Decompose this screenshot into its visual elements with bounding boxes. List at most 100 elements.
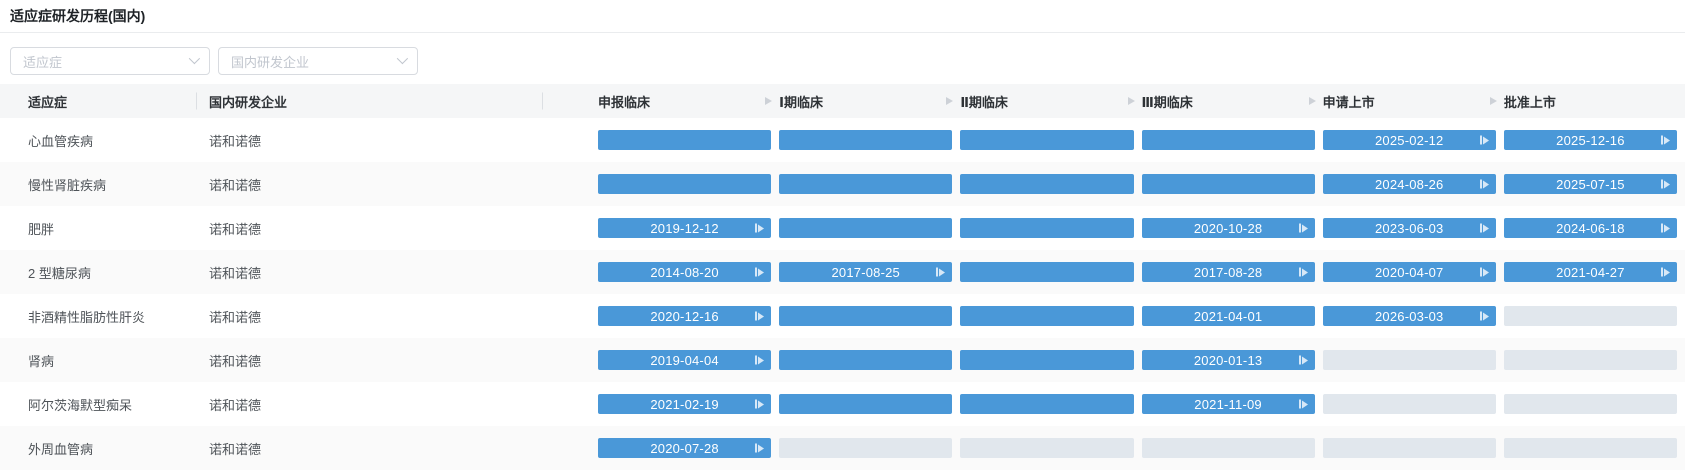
stage-bar-phase-1[interactable]: [779, 350, 953, 370]
stage-bar-declare-clinical[interactable]: 2014-08-20: [598, 262, 772, 282]
step-forward-icon-triangle: [1482, 268, 1489, 276]
phase-headers: 申报临床 Ⅰ期临床 Ⅱ期临床 Ⅲ期临床 申请上市 批准上市: [543, 84, 1685, 118]
step-forward-icon-bar: [1298, 267, 1301, 277]
phase-arrow-icon: [1308, 97, 1316, 105]
stage-cell-declare-clinical: [598, 162, 772, 206]
stage-cell-phase-2: [960, 382, 1134, 426]
stage-bar-phase-3[interactable]: 2021-11-09: [1141, 394, 1315, 414]
stage-cell-phase-2: [960, 294, 1134, 338]
stage-cell-phase-2: [960, 338, 1134, 382]
stage-bar-phase-1[interactable]: 2017-08-25: [779, 262, 953, 282]
stage-bar-approved-listing[interactable]: 2025-07-15: [1503, 174, 1677, 194]
step-forward-icon: [1298, 267, 1308, 277]
stage-bar-declare-clinical[interactable]: 2019-12-12: [598, 218, 772, 238]
step-forward-icon-bar: [1661, 179, 1663, 189]
stage-bar-apply-listing[interactable]: 2024-08-26: [1322, 174, 1496, 194]
step-forward-icon: [1298, 223, 1308, 233]
stage-bar-declare-clinical[interactable]: 2020-07-28: [598, 438, 772, 458]
stage-cell-phase-1: 2017-08-25: [779, 250, 953, 294]
stage-bar-phase-3[interactable]: [1141, 130, 1315, 150]
stage-cell-phase-1: [779, 382, 953, 426]
step-forward-icon-bar: [1479, 311, 1482, 321]
table-row: 肾病 诺和诺德 2019-04-04 2020-01-13: [0, 338, 1685, 382]
stage-cell-declare-clinical: 2019-12-12: [598, 206, 772, 250]
stage-date-label: 2019-12-12: [650, 220, 719, 236]
company-cell: 诺和诺德: [209, 441, 262, 457]
company-cell: 诺和诺德: [209, 353, 262, 369]
stage-bar-phase-2[interactable]: [960, 174, 1134, 194]
stage-bar-apply-listing[interactable]: 2023-06-03: [1322, 218, 1496, 238]
header-phase-3: Ⅲ期临床: [1127, 84, 1315, 118]
step-forward-icon-triangle: [758, 444, 765, 452]
stage-date-label: 2020-04-07: [1374, 264, 1444, 280]
stage-cells: 2020-07-28: [543, 426, 1685, 470]
stage-bar-phase-2[interactable]: [960, 394, 1134, 414]
indication-cell: 阿尔茨海默型痴呆: [28, 397, 133, 413]
stage-bar-phase-2[interactable]: [960, 218, 1134, 238]
stage-cell-apply-listing: [1322, 382, 1496, 426]
stage-bar-phase-1[interactable]: [779, 218, 953, 238]
stage-bar-declare-clinical[interactable]: 2019-04-04: [598, 350, 772, 370]
company-filter-select[interactable]: 国内研发企业: [218, 47, 418, 75]
table-row: 心血管疾病 诺和诺德 2025-02-12 2025-12-16: [0, 118, 1685, 162]
step-forward-icon-triangle: [758, 268, 765, 276]
stage-cell-phase-3: 2020-10-28: [1141, 206, 1315, 250]
stage-cell-apply-listing: [1322, 338, 1496, 382]
company-cell: 诺和诺德: [209, 221, 262, 237]
step-forward-icon-triangle: [1301, 400, 1308, 408]
stage-bar-phase-2[interactable]: [960, 130, 1134, 150]
header-divider: [542, 92, 543, 110]
stage-bar-declare-clinical[interactable]: [598, 174, 772, 194]
stage-bar-phase-1[interactable]: [779, 394, 953, 414]
stage-bar-approved-listing: [1503, 306, 1677, 326]
step-forward-icon: [1479, 311, 1489, 321]
stage-bar-phase-2: [960, 438, 1134, 458]
step-forward-icon-bar: [755, 267, 758, 277]
step-forward-icon-bar: [1298, 399, 1301, 409]
stage-cell-apply-listing: [1322, 426, 1496, 470]
stage-bar-phase-2[interactable]: [960, 262, 1134, 282]
stage-bar-apply-listing[interactable]: 2025-02-12: [1322, 130, 1496, 150]
stage-bar-phase-1[interactable]: [779, 174, 953, 194]
step-forward-icon-bar: [1298, 223, 1301, 233]
table-row: 慢性肾脏疾病 诺和诺德 2024-08-26 2025-07-15: [0, 162, 1685, 206]
stage-date-label: 2020-01-13: [1193, 352, 1263, 368]
stage-bar-phase-3[interactable]: 2020-10-28: [1141, 218, 1315, 238]
stage-bar-declare-clinical[interactable]: 2021-02-19: [598, 394, 772, 414]
stage-cell-phase-3: 2021-04-01: [1141, 294, 1315, 338]
stage-bar-phase-1[interactable]: [779, 306, 953, 326]
stage-bar-phase-3[interactable]: 2021-04-01: [1141, 306, 1315, 326]
stage-bar-declare-clinical[interactable]: 2020-12-16: [598, 306, 772, 326]
stage-bar-phase-3[interactable]: 2020-01-13: [1141, 350, 1315, 370]
phase-arrow-icon: [946, 97, 954, 105]
stage-cell-phase-3: [1141, 118, 1315, 162]
stage-bar-approved-listing[interactable]: 2025-12-16: [1503, 130, 1677, 150]
stage-bar-phase-1[interactable]: [779, 130, 953, 150]
stage-bar-approved-listing[interactable]: 2024-06-18: [1503, 218, 1677, 238]
stage-cell-phase-1: [779, 426, 953, 470]
table-header: 适应症 国内研发企业 申报临床 Ⅰ期临床 Ⅱ期临床 Ⅲ期临床 申请上市 批准上市: [0, 84, 1685, 118]
step-forward-icon-triangle: [758, 224, 765, 232]
stage-cell-phase-1: [779, 118, 953, 162]
stage-bar-apply-listing[interactable]: 2026-03-03: [1322, 306, 1496, 326]
stage-cell-declare-clinical: [598, 118, 772, 162]
step-forward-icon: [1479, 267, 1489, 277]
stage-bar-phase-2[interactable]: [960, 306, 1134, 326]
step-forward-icon-triangle: [1301, 224, 1308, 232]
step-forward-icon: [755, 399, 765, 409]
table-body: 心血管疾病 诺和诺德 2025-02-12 2025-12-16 慢性肾脏疾病 诺和诺德 2…: [0, 118, 1685, 470]
stage-bar-phase-3[interactable]: [1141, 174, 1315, 194]
indication-filter-select[interactable]: 适应症: [10, 47, 210, 75]
phase-arrow-icon: [765, 97, 773, 105]
step-forward-icon-triangle: [1301, 268, 1308, 276]
stage-date-label: 2025-02-12: [1374, 132, 1444, 148]
stage-date-label: 2020-12-16: [650, 308, 719, 324]
stage-cell-approved-listing: [1503, 426, 1677, 470]
stage-cell-apply-listing: 2025-02-12: [1322, 118, 1496, 162]
stage-bar-approved-listing[interactable]: 2021-04-27: [1503, 262, 1677, 282]
stage-bar-phase-2[interactable]: [960, 350, 1134, 370]
stage-bar-apply-listing[interactable]: 2020-04-07: [1322, 262, 1496, 282]
stage-cell-apply-listing: 2023-06-03: [1322, 206, 1496, 250]
stage-bar-phase-3[interactable]: 2017-08-28: [1141, 262, 1315, 282]
stage-bar-declare-clinical[interactable]: [598, 130, 772, 150]
